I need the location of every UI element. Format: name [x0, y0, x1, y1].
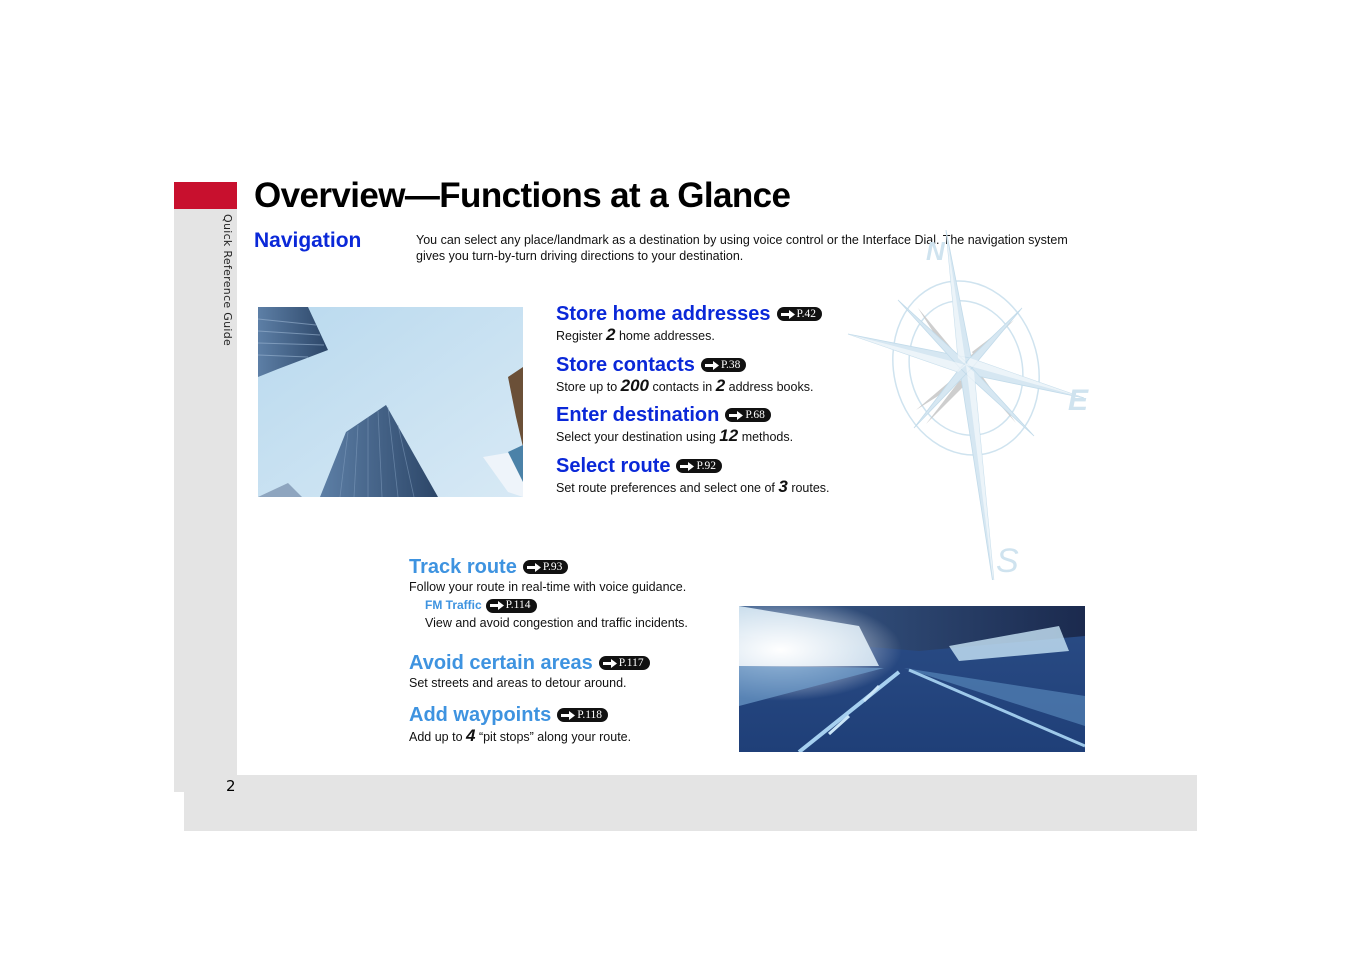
- feature-title: Add waypoints: [409, 704, 552, 726]
- subfeature-title: FM Traffic: [425, 598, 482, 612]
- arrow-right-icon: [526, 562, 541, 572]
- feature-add-waypoints: Add waypoints P.118 Add up to 4 “pit sto…: [409, 703, 631, 746]
- feature-title: Select route: [556, 455, 671, 477]
- arrow-right-icon: [780, 309, 795, 319]
- page-ref-link[interactable]: P.38: [700, 358, 747, 372]
- feature-title: Enter destination: [556, 404, 720, 426]
- page-number: 2: [226, 777, 236, 795]
- page-ref-link[interactable]: P.118: [557, 708, 609, 722]
- page-ref-label: P.114: [505, 599, 531, 611]
- feature-select-route: Select route P.92 Set route preferences …: [556, 454, 830, 497]
- subfeature-description: View and avoid congestion and traffic in…: [425, 616, 688, 630]
- compass-s-label: S: [996, 542, 1019, 580]
- feature-title: Store home addresses: [556, 303, 771, 325]
- feature-description: Follow your route in real-time with voic…: [409, 580, 687, 594]
- page-ref-label: P.92: [696, 460, 716, 472]
- arrow-right-icon: [680, 461, 695, 471]
- feature-description: Set streets and areas to detour around.: [409, 676, 627, 690]
- footer-bar: [184, 775, 1197, 831]
- feature-description: Register 2 home addresses.: [556, 325, 715, 344]
- feature-description: Set route preferences and select one of …: [556, 477, 830, 496]
- feature-description: Store up to 200 contacts in 2 address bo…: [556, 376, 814, 395]
- compass-n-label: N: [926, 236, 946, 266]
- page-ref-label: P.117: [618, 657, 644, 669]
- highway-tunnel-photo: [739, 606, 1085, 752]
- arrow-right-icon: [489, 601, 504, 610]
- page-ref-label: P.93: [542, 561, 563, 573]
- feature-title: Store contacts: [556, 354, 695, 376]
- section-title: Navigation: [254, 229, 362, 252]
- section-tab[interactable]: [174, 182, 237, 209]
- arrow-right-icon: [729, 410, 744, 420]
- sidebar-label: Quick Reference Guide: [221, 214, 234, 347]
- arrow-right-icon: [602, 658, 617, 668]
- feature-title: Track route: [409, 556, 517, 578]
- feature-description: Select your destination using 12 methods…: [556, 426, 794, 445]
- page-ref-label: P.118: [577, 709, 603, 721]
- feature-description: Add up to 4 “pit stops” along your route…: [409, 726, 632, 745]
- feature-title: Avoid certain areas: [409, 652, 593, 674]
- feature-enter-destination: Enter destination P.68 Select your desti…: [556, 403, 793, 446]
- feature-store-home-addresses: Store home addresses P.42 Register 2 hom…: [556, 302, 823, 345]
- compass-rose-icon: N W E S: [847, 230, 1089, 580]
- page-ref-link[interactable]: P.92: [676, 459, 722, 473]
- page-ref-link[interactable]: P.93: [522, 560, 569, 574]
- page-ref-link[interactable]: P.114: [485, 598, 537, 613]
- feature-avoid-certain-areas: Avoid certain areas P.117 Set streets an…: [409, 651, 650, 692]
- subfeature-fm-traffic: FM Traffic P.114 View and avoid congesti…: [409, 596, 688, 632]
- feature-track-route: Track route P.93 Follow your route in re…: [409, 555, 688, 632]
- page-ref-label: P.42: [796, 308, 817, 320]
- arrow-right-icon: [561, 710, 576, 720]
- page-title: Overview—Functions at a Glance: [254, 176, 791, 215]
- feature-store-contacts: Store contacts P.38 Store up to 200 cont…: [556, 353, 813, 396]
- compass-e-label: E: [1068, 384, 1089, 417]
- page-ref-link[interactable]: P.42: [776, 307, 823, 321]
- page-ref-label: P.38: [720, 359, 741, 371]
- page-ref-link[interactable]: P.117: [598, 656, 650, 670]
- page-ref-label: P.68: [745, 409, 765, 421]
- page-ref-link[interactable]: P.68: [725, 408, 771, 422]
- skyscrapers-photo: [258, 307, 523, 497]
- arrow-right-icon: [704, 360, 719, 370]
